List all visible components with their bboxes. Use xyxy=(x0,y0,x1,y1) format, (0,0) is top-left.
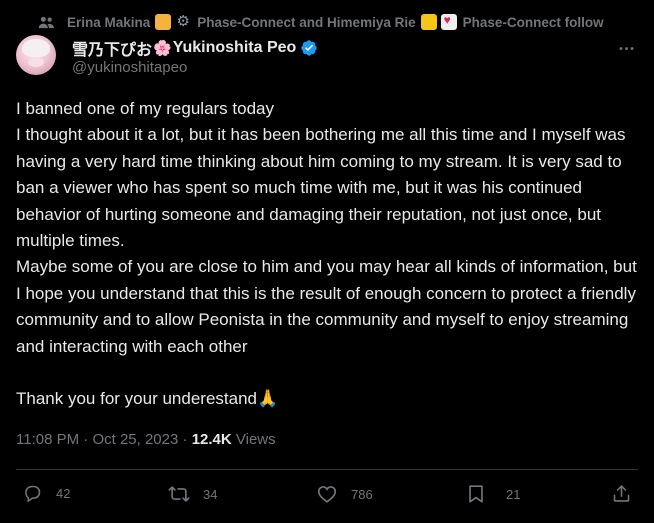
repost-icon xyxy=(168,483,190,505)
social-context[interactable]: Erina Makina ⚙ Phase-Connect and Himemiy… xyxy=(38,12,648,32)
reply-count: 42 xyxy=(56,486,71,501)
views-label: Views xyxy=(235,431,276,448)
meta-separator: · xyxy=(79,431,93,448)
repost-button[interactable]: 34 xyxy=(168,483,217,505)
share-button[interactable] xyxy=(611,483,632,504)
action-bar: 42 34 786 21 xyxy=(0,478,654,518)
reply-icon xyxy=(22,483,43,504)
social-context-suffix: Phase-Connect follow xyxy=(462,14,604,30)
gear-emoji-icon: ⚙ xyxy=(176,13,190,30)
cherry-blossom-icon: 🌸 xyxy=(153,40,172,57)
folded-hands-icon: 🙏 xyxy=(256,389,279,409)
verified-badge-icon xyxy=(300,39,318,57)
repost-count: 34 xyxy=(203,486,218,502)
author-name-jp: 雪乃下ぴお xyxy=(72,42,153,59)
people-icon xyxy=(38,14,55,31)
bookmark-button[interactable]: 21 xyxy=(465,483,520,505)
like-button[interactable]: 786 xyxy=(316,483,373,505)
like-count: 786 xyxy=(351,486,373,502)
bookmark-icon xyxy=(465,483,487,505)
heart-icon xyxy=(316,483,338,505)
social-context-middle: Phase-Connect and Himemiya Rie xyxy=(197,14,416,30)
tiger-emoji-icon xyxy=(155,14,172,30)
tweet: Erina Makina ⚙ Phase-Connect and Himemiy… xyxy=(0,0,654,523)
tweet-text: I banned one of my regulars today I thou… xyxy=(16,96,638,413)
tweet-meta: 11:08 PM · Oct 25, 2023 · 12.4K Views xyxy=(16,431,276,448)
author-handle[interactable]: @yukinoshitapeo xyxy=(72,59,187,76)
views-count: 12.4K xyxy=(191,431,232,448)
divider xyxy=(16,469,638,470)
social-context-name-1: Erina Makina xyxy=(67,14,151,30)
crown-emoji-icon xyxy=(420,14,437,30)
author-name[interactable]: 雪乃下ぴお 🌸 Yukinoshita Peo xyxy=(72,36,318,60)
tweet-date[interactable]: Oct 25, 2023 xyxy=(92,431,178,448)
share-icon xyxy=(611,483,632,504)
reply-button[interactable]: 42 xyxy=(22,483,70,504)
author-name-en: Yukinoshita Peo xyxy=(172,39,297,56)
avatar[interactable] xyxy=(16,35,56,75)
more-options-icon[interactable] xyxy=(616,38,636,58)
bookmark-count: 21 xyxy=(506,486,521,502)
meta-separator-2: · xyxy=(178,431,192,448)
tweet-time[interactable]: 11:08 PM xyxy=(16,431,79,448)
love-letter-emoji-icon xyxy=(440,13,457,30)
tweet-body: I banned one of my regulars today I thou… xyxy=(16,99,637,409)
